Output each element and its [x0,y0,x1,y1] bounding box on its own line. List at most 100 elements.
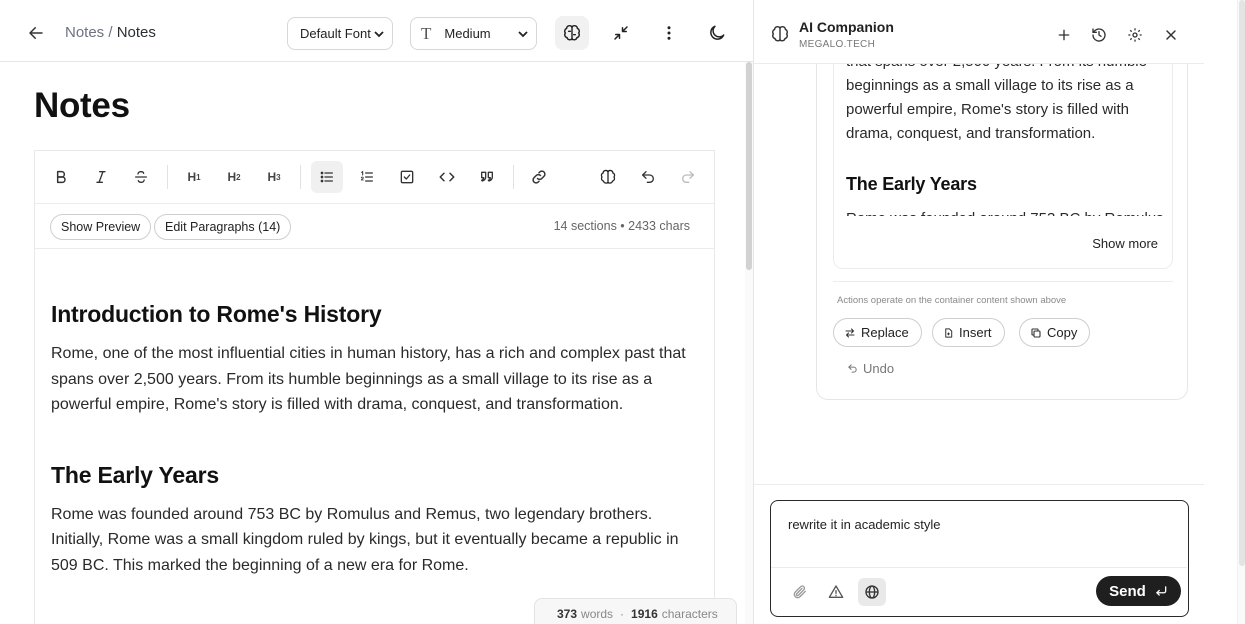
redo-button[interactable] [672,161,704,193]
word-count-badge: 373 words · 1916 characters [534,598,737,624]
edit-paragraphs-button[interactable]: Edit Paragraphs (14) [154,214,292,240]
ai-assist-button[interactable] [592,161,624,193]
font-family-value: Default Font [300,26,371,41]
copy-button[interactable]: Copy [1019,318,1091,347]
heading-3-level: 3 [276,172,281,182]
enter-icon [1156,586,1167,596]
history-button[interactable] [1088,24,1110,46]
editor-content[interactable]: Introduction to Rome's History Rome, one… [51,301,701,623]
collapse-button[interactable] [604,16,638,50]
page-title[interactable]: Notes [34,86,130,126]
italic-button[interactable] [85,161,117,193]
section-paragraph[interactable]: Rome was founded around 753 BC by Romulu… [51,502,701,579]
minimize-icon [614,26,628,40]
actions-hint: Actions operate on the container content… [837,295,1067,306]
response-preview: that spans over 2,500 years. From its hu… [833,31,1173,269]
ai-panel-scrollbar[interactable] [1237,0,1245,624]
history-icon [1092,28,1106,42]
ai-companion-toggle[interactable] [555,16,589,50]
close-panel-button[interactable] [1160,24,1182,46]
new-chat-button[interactable] [1053,24,1075,46]
replace-label: Replace [861,325,909,340]
section-heading[interactable]: Introduction to Rome's History [51,301,701,328]
send-button[interactable]: Send [1096,576,1181,606]
task-list-button[interactable] [391,161,423,193]
toolbar-divider [167,165,168,189]
font-size-select[interactable]: T Medium [410,17,537,50]
word-count-label: words [581,607,614,621]
section-paragraph[interactable]: Rome, one of the most influential cities… [51,341,701,418]
brain-icon [564,25,580,41]
response-heading: The Early Years [846,174,977,194]
ai-panel-subtitle: MEGALO.TECH [799,39,876,50]
show-preview-button[interactable]: Show Preview [50,214,152,240]
heading-2-label: H [227,170,237,184]
card-divider [833,281,1173,282]
ai-companion-panel: that spans over 2,500 years. From its hu… [753,0,1245,624]
composer-divider [754,484,1204,485]
italic-icon [96,171,106,183]
heading-1-button[interactable]: H1 [178,161,210,193]
ordered-list-icon [360,170,373,182]
toolbar-divider [300,165,301,189]
undo-button[interactable] [632,161,664,193]
copy-icon [1031,327,1041,338]
more-vertical-icon [667,26,671,40]
insert-button[interactable]: Insert [932,318,1005,347]
back-button[interactable] [22,19,50,47]
heading-1-label: H [187,170,197,184]
heading-2-level: 2 [236,172,241,182]
arrow-left-icon [29,27,43,39]
send-label: Send [1109,582,1146,600]
strikethrough-button[interactable] [125,161,157,193]
warning-button[interactable] [822,578,850,606]
font-size-value: Medium [444,26,491,41]
heading-3-label: H [267,170,277,184]
text-size-icon: T [421,23,432,43]
undo-action-button[interactable]: Undo [847,361,894,376]
replace-button[interactable]: Replace [833,318,922,347]
prompt-input[interactable]: rewrite it in academic style [788,517,940,532]
editor-container: H1 H2 H3 Show Preview Edit Paragraphs (1… [34,150,715,624]
editor-subbar: Show Preview Edit Paragraphs (14) 14 sec… [35,204,714,249]
bold-button[interactable] [45,161,77,193]
chevron-down-icon [518,31,528,38]
plus-icon [1058,29,1070,41]
brain-icon [600,169,616,184]
more-options-button[interactable] [652,16,686,50]
scrollbar-thumb[interactable] [746,62,752,270]
scrollbar-thumb[interactable] [1239,0,1245,566]
font-family-select[interactable]: Default Font [287,17,393,50]
heading-1-level: 1 [196,172,201,182]
bullet-list-button[interactable] [311,161,343,193]
chevron-down-icon [374,31,384,38]
swap-icon [845,327,855,338]
heading-2-button[interactable]: H2 [218,161,250,193]
word-count-value: 373 [557,607,578,621]
heading-3-button[interactable]: H3 [258,161,290,193]
web-search-toggle[interactable] [858,578,886,606]
section-heading[interactable]: The Early Years [51,462,701,489]
breadcrumb-parent[interactable]: Notes [65,24,104,41]
dark-mode-toggle[interactable] [700,16,734,50]
prompt-composer: rewrite it in academic style Send [770,500,1189,617]
composer-inner-divider [771,567,1187,568]
quote-icon [481,171,493,182]
ai-response-card: that spans over 2,500 years. From its hu… [816,30,1188,400]
redo-icon [682,171,694,183]
code-button[interactable] [431,161,463,193]
attach-button[interactable] [786,578,814,606]
paperclip-icon [793,585,806,599]
bold-icon [56,170,66,184]
ordered-list-button[interactable] [351,161,383,193]
undo-icon [848,364,857,373]
char-count-value: 1916 [631,607,658,621]
show-more-button[interactable]: Show more [1092,236,1158,251]
settings-button[interactable] [1124,24,1146,46]
editor-scrollbar[interactable] [745,62,753,624]
quote-button[interactable] [471,161,503,193]
undo-label: Undo [863,361,895,376]
strikethrough-icon [135,170,147,184]
checkbox-icon [400,170,414,184]
link-button[interactable] [523,161,555,193]
